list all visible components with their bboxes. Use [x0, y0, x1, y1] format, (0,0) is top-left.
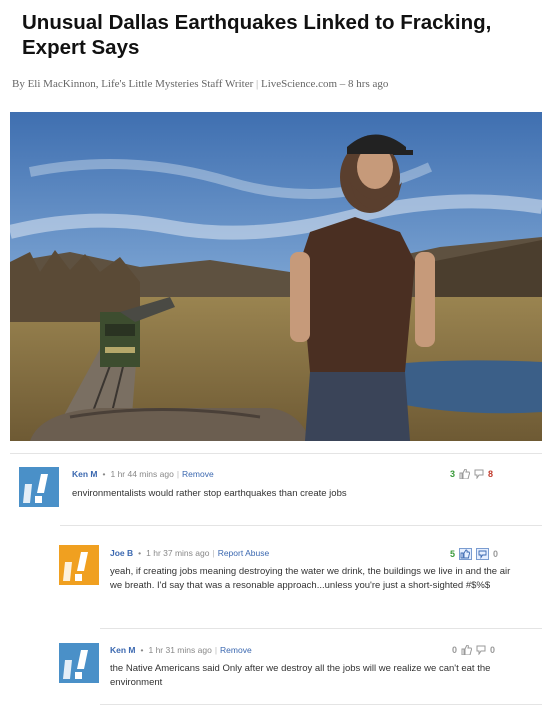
- comment-votes: 3 8: [450, 469, 493, 479]
- divider: [60, 525, 542, 526]
- like-count: 3: [450, 469, 456, 479]
- byline-author: By Eli MacKinnon, Life's Little Mysterie…: [12, 78, 254, 90]
- dot-separator: •: [140, 645, 144, 655]
- like-count: 0: [452, 645, 458, 655]
- thumbs-up-icon[interactable]: [459, 548, 473, 560]
- photo-man-on-train-icon: [10, 112, 542, 441]
- remove-link[interactable]: Remove: [182, 469, 214, 479]
- report-abuse-link[interactable]: Report Abuse: [218, 548, 270, 558]
- divider: [100, 628, 542, 629]
- comment-text: environmentalists would rather stop eart…: [72, 488, 347, 499]
- byline-time: 8 hrs ago: [348, 78, 389, 90]
- dot-separator: •: [138, 548, 142, 558]
- meta-separator: |: [212, 548, 215, 558]
- comment-meta: Ken M • 1 hr 31 mins ago | Remove: [110, 645, 252, 655]
- comment-text: the Native Americans said Only after we …: [110, 663, 491, 688]
- avatar[interactable]: [59, 545, 99, 585]
- reply-count[interactable]: 8: [488, 469, 493, 479]
- article-title: Unusual Dallas Earthquakes Linked to Fra…: [22, 11, 492, 59]
- byline-source[interactable]: LiveScience.com: [261, 78, 337, 90]
- divider: [100, 704, 542, 705]
- thumbs-down-icon[interactable]: [476, 548, 490, 560]
- comment-votes: 5 0: [450, 548, 498, 560]
- avatar[interactable]: [59, 643, 99, 683]
- byline-dash: –: [339, 78, 346, 90]
- meta-separator: |: [214, 645, 218, 655]
- meta-separator: |: [176, 469, 180, 479]
- comment-votes: 0 0: [452, 645, 495, 655]
- article-photo: [10, 112, 542, 441]
- remove-link[interactable]: Remove: [220, 645, 252, 655]
- comment-time: 1 hr 44 mins ago: [110, 469, 174, 479]
- dislike-count: 0: [490, 645, 496, 655]
- user-avatar-icon: [59, 643, 99, 683]
- like-count: 5: [450, 549, 456, 559]
- thumbs-down-icon[interactable]: [476, 645, 486, 655]
- user-avatar-icon: [59, 545, 99, 585]
- comment-author[interactable]: Ken M: [72, 469, 98, 479]
- comment-text: yeah, if creating jobs meaning destroyin…: [110, 566, 511, 591]
- comment-meta: Joe B • 1 hr 37 mins ago | Report Abuse: [110, 548, 269, 558]
- divider: [10, 453, 542, 454]
- thumbs-up-icon[interactable]: [459, 469, 471, 479]
- thumbs-up-icon[interactable]: [461, 645, 473, 655]
- comment-author[interactable]: Joe B: [110, 548, 133, 558]
- dislike-count: 0: [493, 549, 499, 559]
- dot-separator: •: [102, 469, 106, 479]
- comment-author[interactable]: Ken M: [110, 645, 136, 655]
- avatar[interactable]: [19, 467, 59, 507]
- byline: By Eli MacKinnon, Life's Little Mysterie…: [12, 78, 388, 90]
- comment-time: 1 hr 31 mins ago: [148, 645, 212, 655]
- comment-meta: Ken M • 1 hr 44 mins ago | Remove: [72, 469, 214, 479]
- comment-time: 1 hr 37 mins ago: [146, 548, 210, 558]
- byline-separator: |: [256, 78, 259, 90]
- user-avatar-icon: [19, 467, 59, 507]
- reply-bubble-icon[interactable]: [474, 469, 484, 479]
